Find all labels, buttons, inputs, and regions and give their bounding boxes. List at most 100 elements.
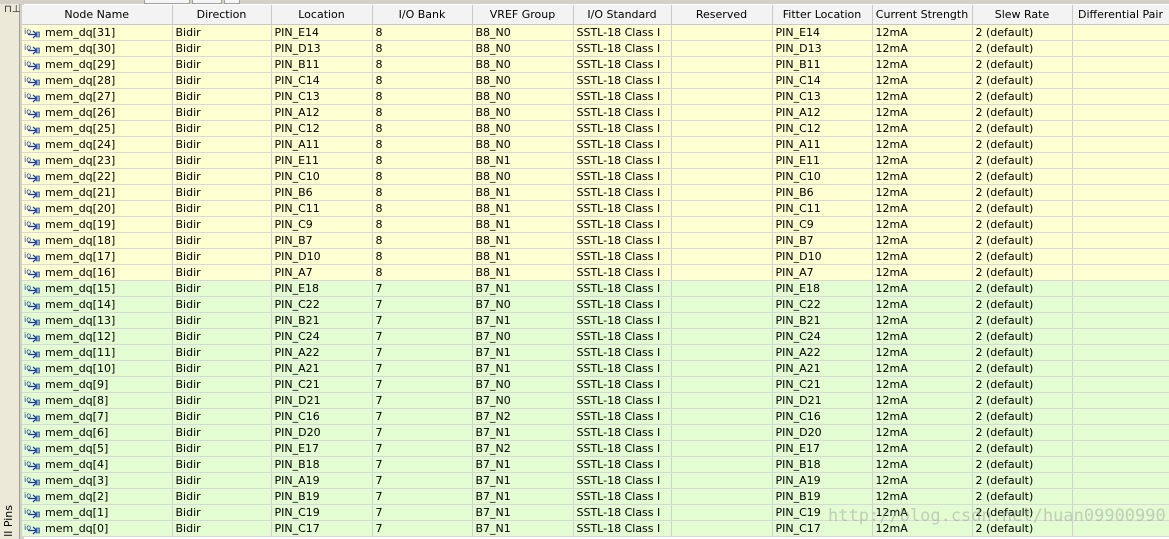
cell-vref-group[interactable]: B7_N1: [472, 520, 574, 537]
cell-location[interactable]: PIN_E14: [271, 24, 373, 41]
cell-fitter-location[interactable]: PIN_B18: [772, 456, 873, 473]
cell-slew-rate[interactable]: 2 (default): [972, 520, 1073, 537]
cell-differential-pair[interactable]: [1072, 120, 1169, 137]
cell-direction[interactable]: Bidir: [172, 88, 272, 105]
cell-io-bank[interactable]: 8: [372, 264, 473, 281]
cell-vref-group[interactable]: B8_N0: [472, 24, 574, 41]
cell-slew-rate[interactable]: 2 (default): [972, 168, 1073, 185]
cell-io-bank[interactable]: 7: [372, 296, 473, 313]
cell-direction[interactable]: Bidir: [172, 72, 272, 89]
cell-fitter-location[interactable]: PIN_C12: [772, 120, 873, 137]
table-row[interactable]: io mem_dq[19] Bidir PIN_C9 8 B8_N1 SSTL-18 Cla…: [22, 216, 1169, 233]
cell-reserved[interactable]: [671, 24, 773, 41]
cell-io-bank[interactable]: 7: [372, 424, 473, 441]
table-row[interactable]: io mem_dq[29] Bidir PIN_B11 8 B8_N0 SSTL-18 Cl…: [22, 56, 1169, 73]
cell-direction[interactable]: Bidir: [172, 328, 272, 345]
cell-direction[interactable]: Bidir: [172, 104, 272, 121]
cell-io-bank[interactable]: 7: [372, 376, 473, 393]
cell-reserved[interactable]: [671, 280, 773, 297]
tab-stub[interactable]: [192, 0, 222, 4]
cell-current-strength[interactable]: 12mA: [872, 168, 973, 185]
cell-slew-rate[interactable]: 2 (default): [972, 152, 1073, 169]
cell-fitter-location[interactable]: PIN_C16: [772, 408, 873, 425]
cell-vref-group[interactable]: B8_N1: [472, 184, 574, 201]
cell-current-strength[interactable]: 12mA: [872, 376, 973, 393]
cell-vref-group[interactable]: B7_N2: [472, 408, 574, 425]
cell-node-name[interactable]: io mem_dq[12]: [22, 328, 173, 345]
cell-location[interactable]: PIN_B21: [271, 312, 373, 329]
cell-io-standard[interactable]: SSTL-18 Class I: [573, 312, 672, 329]
cell-io-bank[interactable]: 8: [372, 24, 473, 41]
cell-direction[interactable]: Bidir: [172, 232, 272, 249]
cell-slew-rate[interactable]: 2 (default): [972, 408, 1073, 425]
cell-direction[interactable]: Bidir: [172, 344, 272, 361]
cell-vref-group[interactable]: B8_N0: [472, 72, 574, 89]
cell-location[interactable]: PIN_E18: [271, 280, 373, 297]
column-header-io-bank[interactable]: I/O Bank: [372, 5, 473, 25]
cell-location[interactable]: PIN_C14: [271, 72, 373, 89]
cell-io-standard[interactable]: SSTL-18 Class I: [573, 376, 672, 393]
cell-direction[interactable]: Bidir: [172, 184, 272, 201]
cell-slew-rate[interactable]: 2 (default): [972, 456, 1073, 473]
cell-node-name[interactable]: io mem_dq[2]: [22, 488, 173, 505]
cell-reserved[interactable]: [671, 264, 773, 281]
cell-node-name[interactable]: io mem_dq[16]: [22, 264, 173, 281]
cell-vref-group[interactable]: B8_N0: [472, 120, 574, 137]
cell-io-bank[interactable]: 8: [372, 216, 473, 233]
cell-direction[interactable]: Bidir: [172, 360, 272, 377]
cell-io-standard[interactable]: SSTL-18 Class I: [573, 488, 672, 505]
cell-differential-pair[interactable]: [1072, 280, 1169, 297]
cell-slew-rate[interactable]: 2 (default): [972, 472, 1073, 489]
cell-slew-rate[interactable]: 2 (default): [972, 424, 1073, 441]
cell-io-bank[interactable]: 8: [372, 104, 473, 121]
cell-differential-pair[interactable]: [1072, 40, 1169, 57]
cell-io-bank[interactable]: 8: [372, 232, 473, 249]
cell-vref-group[interactable]: B8_N0: [472, 136, 574, 153]
cell-fitter-location[interactable]: PIN_C14: [772, 72, 873, 89]
cell-direction[interactable]: Bidir: [172, 24, 272, 41]
cell-location[interactable]: PIN_C16: [271, 408, 373, 425]
cell-node-name[interactable]: io mem_dq[1]: [22, 504, 173, 521]
cell-reserved[interactable]: [671, 248, 773, 265]
cell-location[interactable]: PIN_A22: [271, 344, 373, 361]
table-row[interactable]: io mem_dq[2] Bidir PIN_B19 7 B7_N1 SSTL-18 Cla…: [22, 488, 1169, 505]
cell-node-name[interactable]: io mem_dq[0]: [22, 520, 173, 537]
cell-location[interactable]: PIN_D20: [271, 424, 373, 441]
cell-direction[interactable]: Bidir: [172, 520, 272, 537]
table-row[interactable]: io mem_dq[1] Bidir PIN_C19 7 B7_N1 SSTL-18 Cla…: [22, 504, 1169, 521]
cell-location[interactable]: PIN_A11: [271, 136, 373, 153]
cell-differential-pair[interactable]: [1072, 328, 1169, 345]
table-row[interactable]: io mem_dq[3] Bidir PIN_A19 7 B7_N1 SSTL-18 Cla…: [22, 472, 1169, 489]
table-row[interactable]: io mem_dq[28] Bidir PIN_C14 8 B8_N0 SSTL-18 Cl…: [22, 72, 1169, 89]
column-header-differential-pair[interactable]: Differential Pair: [1072, 5, 1169, 25]
cell-reserved[interactable]: [671, 424, 773, 441]
cell-differential-pair[interactable]: [1072, 312, 1169, 329]
cell-fitter-location[interactable]: PIN_C19: [772, 504, 873, 521]
table-row[interactable]: io mem_dq[13] Bidir PIN_B21 7 B7_N1 SSTL-18 Cl…: [22, 312, 1169, 329]
cell-io-bank[interactable]: 7: [372, 408, 473, 425]
cell-reserved[interactable]: [671, 312, 773, 329]
cell-node-name[interactable]: io mem_dq[20]: [22, 200, 173, 217]
table-row[interactable]: io mem_dq[12] Bidir PIN_C24 7 B7_N0 SSTL-18 Cl…: [22, 328, 1169, 345]
cell-direction[interactable]: Bidir: [172, 40, 272, 57]
cell-fitter-location[interactable]: PIN_D10: [772, 248, 873, 265]
cell-reserved[interactable]: [671, 456, 773, 473]
cell-differential-pair[interactable]: [1072, 248, 1169, 265]
cell-location[interactable]: PIN_C10: [271, 168, 373, 185]
cell-node-name[interactable]: io mem_dq[15]: [22, 280, 173, 297]
cell-location[interactable]: PIN_C19: [271, 504, 373, 521]
table-row[interactable]: io mem_dq[31] Bidir PIN_E14 8 B8_N0 SSTL-18 Cl…: [22, 24, 1169, 41]
cell-node-name[interactable]: io mem_dq[6]: [22, 424, 173, 441]
cell-current-strength[interactable]: 12mA: [872, 56, 973, 73]
cell-direction[interactable]: Bidir: [172, 248, 272, 265]
cell-node-name[interactable]: io mem_dq[10]: [22, 360, 173, 377]
cell-slew-rate[interactable]: 2 (default): [972, 104, 1073, 121]
cell-fitter-location[interactable]: PIN_E11: [772, 152, 873, 169]
cell-io-bank[interactable]: 8: [372, 168, 473, 185]
cell-node-name[interactable]: io mem_dq[27]: [22, 88, 173, 105]
cell-vref-group[interactable]: B7_N1: [472, 344, 574, 361]
cell-io-standard[interactable]: SSTL-18 Class I: [573, 248, 672, 265]
cell-io-bank[interactable]: 8: [372, 152, 473, 169]
cell-vref-group[interactable]: B7_N1: [472, 312, 574, 329]
cell-slew-rate[interactable]: 2 (default): [972, 184, 1073, 201]
